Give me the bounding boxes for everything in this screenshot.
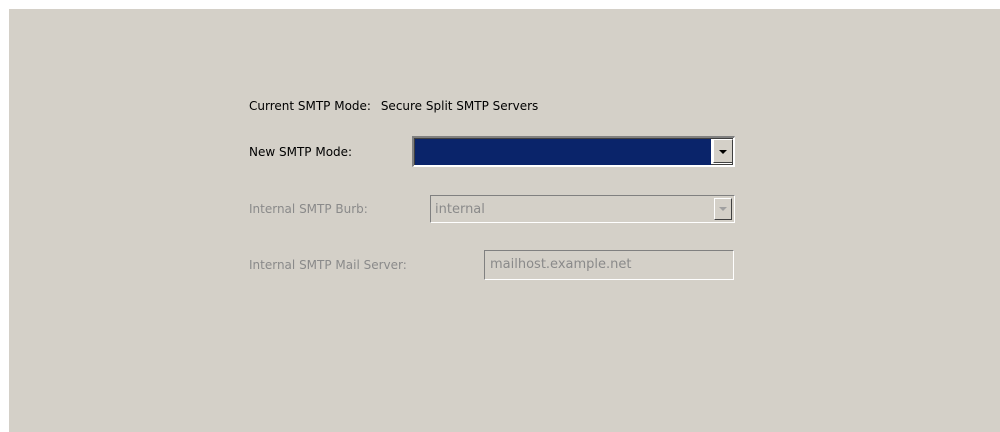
internal-burb-value: internal	[435, 202, 485, 217]
internal-burb-select[interactable]: internal	[430, 195, 735, 223]
new-mode-label: New SMTP Mode:	[249, 145, 353, 159]
internal-burb-label: Internal SMTP Burb:	[249, 202, 368, 216]
internal-mail-server-input[interactable]: mailhost.example.net	[484, 250, 734, 280]
new-mode-dropdown-button[interactable]	[713, 139, 733, 163]
chevron-down-icon	[719, 207, 727, 211]
new-mode-selected-value	[415, 139, 711, 165]
internal-mail-server-label: Internal SMTP Mail Server:	[249, 258, 407, 272]
current-mode-value: Secure Split SMTP Servers	[380, 99, 539, 113]
internal-burb-row: Internal SMTP Burb:	[249, 202, 368, 216]
new-mode-select[interactable]	[412, 136, 735, 167]
chevron-down-icon	[719, 150, 727, 154]
smtp-mode-panel: Current SMTP Mode: Secure Split SMTP Ser…	[9, 9, 1000, 432]
current-mode-row: Current SMTP Mode: Secure Split SMTP Ser…	[249, 99, 538, 113]
internal-mail-server-row: Internal SMTP Mail Server:	[249, 258, 407, 272]
internal-burb-dropdown-button[interactable]	[714, 198, 732, 220]
new-mode-row: New SMTP Mode:	[249, 145, 352, 159]
current-mode-label: Current SMTP Mode:	[249, 99, 371, 113]
